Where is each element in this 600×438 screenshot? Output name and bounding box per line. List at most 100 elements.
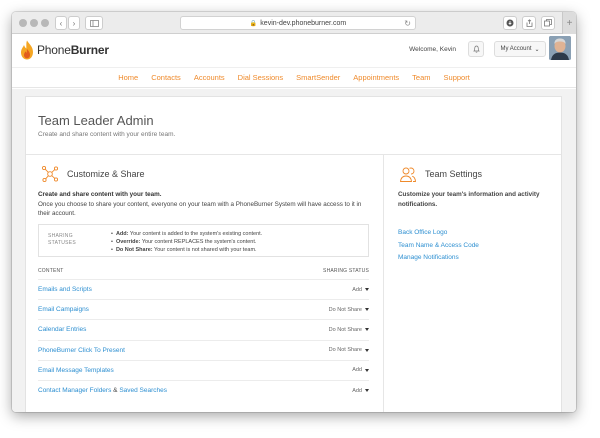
content-link-emails-scripts[interactable]: Emails and Scripts bbox=[38, 286, 92, 293]
nav-home[interactable]: Home bbox=[118, 73, 138, 82]
browser-window: ‹ › 🔒 kevin-dev.phoneburner.com ↻ + Phon… bbox=[12, 12, 576, 412]
table-row: Emails and Scripts Add bbox=[38, 279, 369, 299]
nav-support[interactable]: Support bbox=[444, 73, 470, 82]
sharing-status-value: Do Not Share bbox=[328, 347, 362, 354]
my-account-button[interactable]: My Account ⌄ bbox=[494, 41, 546, 57]
status-override-term: Override: bbox=[115, 239, 141, 245]
url-text: kevin-dev.phoneburner.com bbox=[260, 19, 347, 27]
user-photo-icon bbox=[549, 36, 571, 60]
brand-name: PhoneBurner bbox=[37, 43, 109, 57]
link-manage-notifications[interactable]: Manage Notifications bbox=[398, 252, 479, 265]
nav-contacts[interactable]: Contacts bbox=[151, 73, 181, 82]
link-team-name-access-code[interactable]: Team Name & Access Code bbox=[398, 240, 479, 253]
lead-heading: Create and share content with your team. bbox=[38, 191, 162, 198]
reload-icon[interactable]: ↻ bbox=[404, 19, 411, 28]
caret-down-icon bbox=[365, 348, 369, 352]
team-settings-header: Team Settings bbox=[399, 165, 482, 183]
forward-button[interactable]: › bbox=[68, 16, 80, 30]
chevron-left-icon: ‹ bbox=[59, 18, 63, 28]
sharing-status-dropdown[interactable]: Do Not Share bbox=[329, 307, 369, 313]
sharing-status-dropdown[interactable]: Add bbox=[352, 287, 369, 293]
app-header: PhoneBurner Welcome, Kevin My Account ⌄ bbox=[12, 34, 576, 68]
caret-down-icon bbox=[365, 328, 369, 332]
table-row: Email Message Templates Add bbox=[38, 359, 369, 380]
nav-smartsender[interactable]: SmartSender bbox=[296, 73, 340, 82]
flame-logo-icon bbox=[21, 40, 33, 60]
status-do-not-share-desc: Your content is not shared with your tea… bbox=[154, 247, 257, 253]
tabs-overview-button[interactable] bbox=[541, 16, 555, 30]
zoom-window-dot[interactable] bbox=[41, 19, 49, 27]
admin-panel: Team Leader Admin Create and share conte… bbox=[25, 96, 562, 412]
brand-name-light: Phone bbox=[37, 43, 71, 57]
ampersand-text: & bbox=[113, 387, 118, 395]
nav-appointments[interactable]: Appointments bbox=[353, 73, 399, 82]
content-link-email-campaigns[interactable]: Email Campaigns bbox=[38, 306, 89, 313]
sharing-status-value: Do Not Share bbox=[328, 306, 362, 313]
sharing-status-value: Add bbox=[352, 286, 362, 293]
nav-team[interactable]: Team bbox=[412, 73, 430, 82]
status-add-desc: Your content is added to the system's ex… bbox=[129, 231, 263, 237]
caret-down-icon bbox=[365, 308, 369, 312]
sharing-status-dropdown[interactable]: Add bbox=[352, 388, 369, 394]
content-link-saved-searches[interactable]: Saved Searches bbox=[119, 387, 167, 394]
back-button[interactable]: ‹ bbox=[55, 16, 67, 30]
sharing-status-dropdown[interactable]: Do Not Share bbox=[329, 327, 369, 333]
address-bar[interactable]: 🔒 kevin-dev.phoneburner.com ↻ bbox=[180, 16, 416, 30]
welcome-text: Welcome, Kevin bbox=[409, 46, 456, 53]
lock-icon: 🔒 bbox=[249, 20, 258, 27]
status-do-not-share-term: Do Not Share: bbox=[115, 247, 153, 253]
page-title: Team Leader Admin bbox=[38, 113, 154, 128]
table-row: Email Campaigns Do Not Share bbox=[38, 299, 369, 319]
phoneburner-logo[interactable]: PhoneBurner bbox=[20, 40, 109, 60]
team-settings-links: Back Office Logo Team Name & Access Code… bbox=[398, 227, 479, 265]
nav-accounts[interactable]: Accounts bbox=[194, 73, 225, 82]
nav-dial-sessions[interactable]: Dial Sessions bbox=[238, 73, 283, 82]
chevron-down-icon: ⌄ bbox=[534, 46, 540, 53]
page-subtitle: Create and share content with your entir… bbox=[38, 131, 176, 138]
brand-name-bold: Burner bbox=[70, 43, 109, 57]
share-button[interactable] bbox=[522, 16, 536, 30]
table-row: Contact Manager Folders & Saved Searches… bbox=[38, 379, 369, 400]
link-back-office-logo[interactable]: Back Office Logo bbox=[398, 227, 479, 240]
caret-down-icon bbox=[365, 288, 369, 292]
sharing-status-value: Do Not Share bbox=[328, 326, 362, 333]
main-navigation: Home Contacts Accounts Dial Sessions Sma… bbox=[12, 68, 576, 88]
status-add: Add: Your content is added to the system… bbox=[111, 230, 262, 238]
sharing-statuses-box: SHARING STATUSES Add: Your content is ad… bbox=[38, 224, 369, 257]
status-add-term: Add: bbox=[115, 231, 129, 237]
sidebar-icon bbox=[89, 19, 99, 27]
avatar[interactable] bbox=[549, 36, 571, 60]
customize-share-header: Customize & Share bbox=[41, 165, 145, 183]
sharing-status-dropdown[interactable]: Add bbox=[352, 367, 369, 373]
column-sharing-status: SHARING STATUS bbox=[323, 268, 369, 274]
status-override: Override: Your content REPLACES the syst… bbox=[111, 238, 262, 246]
content-link-email-templates[interactable]: Email Message Templates bbox=[38, 367, 114, 374]
content-table-header: CONTENT SHARING STATUS bbox=[38, 268, 369, 274]
table-row: Calendar Entries Do Not Share bbox=[38, 319, 369, 339]
plus-icon: + bbox=[566, 17, 573, 29]
sharing-status-value: Add bbox=[352, 387, 362, 394]
network-share-icon bbox=[41, 165, 59, 183]
lead-body: Once you choose to share your content, e… bbox=[38, 200, 362, 218]
content-link-folders-searches: Contact Manager Folders & Saved Searches bbox=[38, 387, 167, 394]
content-link-contact-manager-folders[interactable]: Contact Manager Folders bbox=[38, 387, 111, 394]
customize-share-title: Customize & Share bbox=[67, 169, 145, 179]
notifications-button[interactable] bbox=[468, 41, 484, 57]
column-content: CONTENT bbox=[38, 268, 64, 274]
minimize-window-dot[interactable] bbox=[30, 19, 38, 27]
caret-down-icon bbox=[365, 368, 369, 372]
content-link-calendar-entries[interactable]: Calendar Entries bbox=[38, 326, 86, 333]
new-tab-button[interactable]: + bbox=[562, 12, 576, 34]
team-settings-description: Customize your team's information and ac… bbox=[398, 191, 540, 208]
close-window-dot[interactable] bbox=[19, 19, 27, 27]
status-override-desc: Your content REPLACES the system's conte… bbox=[141, 239, 257, 245]
content-link-click-to-present[interactable]: PhoneBurner Click To Present bbox=[38, 347, 125, 354]
my-account-label: My Account bbox=[500, 46, 532, 52]
chevron-right-icon: › bbox=[72, 18, 76, 28]
tabs-icon bbox=[544, 19, 552, 27]
team-settings-section: Team Settings Customize your team's info… bbox=[385, 155, 561, 412]
downloads-button[interactable] bbox=[503, 16, 517, 30]
sidebar-button[interactable] bbox=[85, 16, 103, 30]
sharing-statuses-list: Add: Your content is added to the system… bbox=[111, 230, 262, 254]
sharing-status-dropdown[interactable]: Do Not Share bbox=[329, 347, 369, 353]
